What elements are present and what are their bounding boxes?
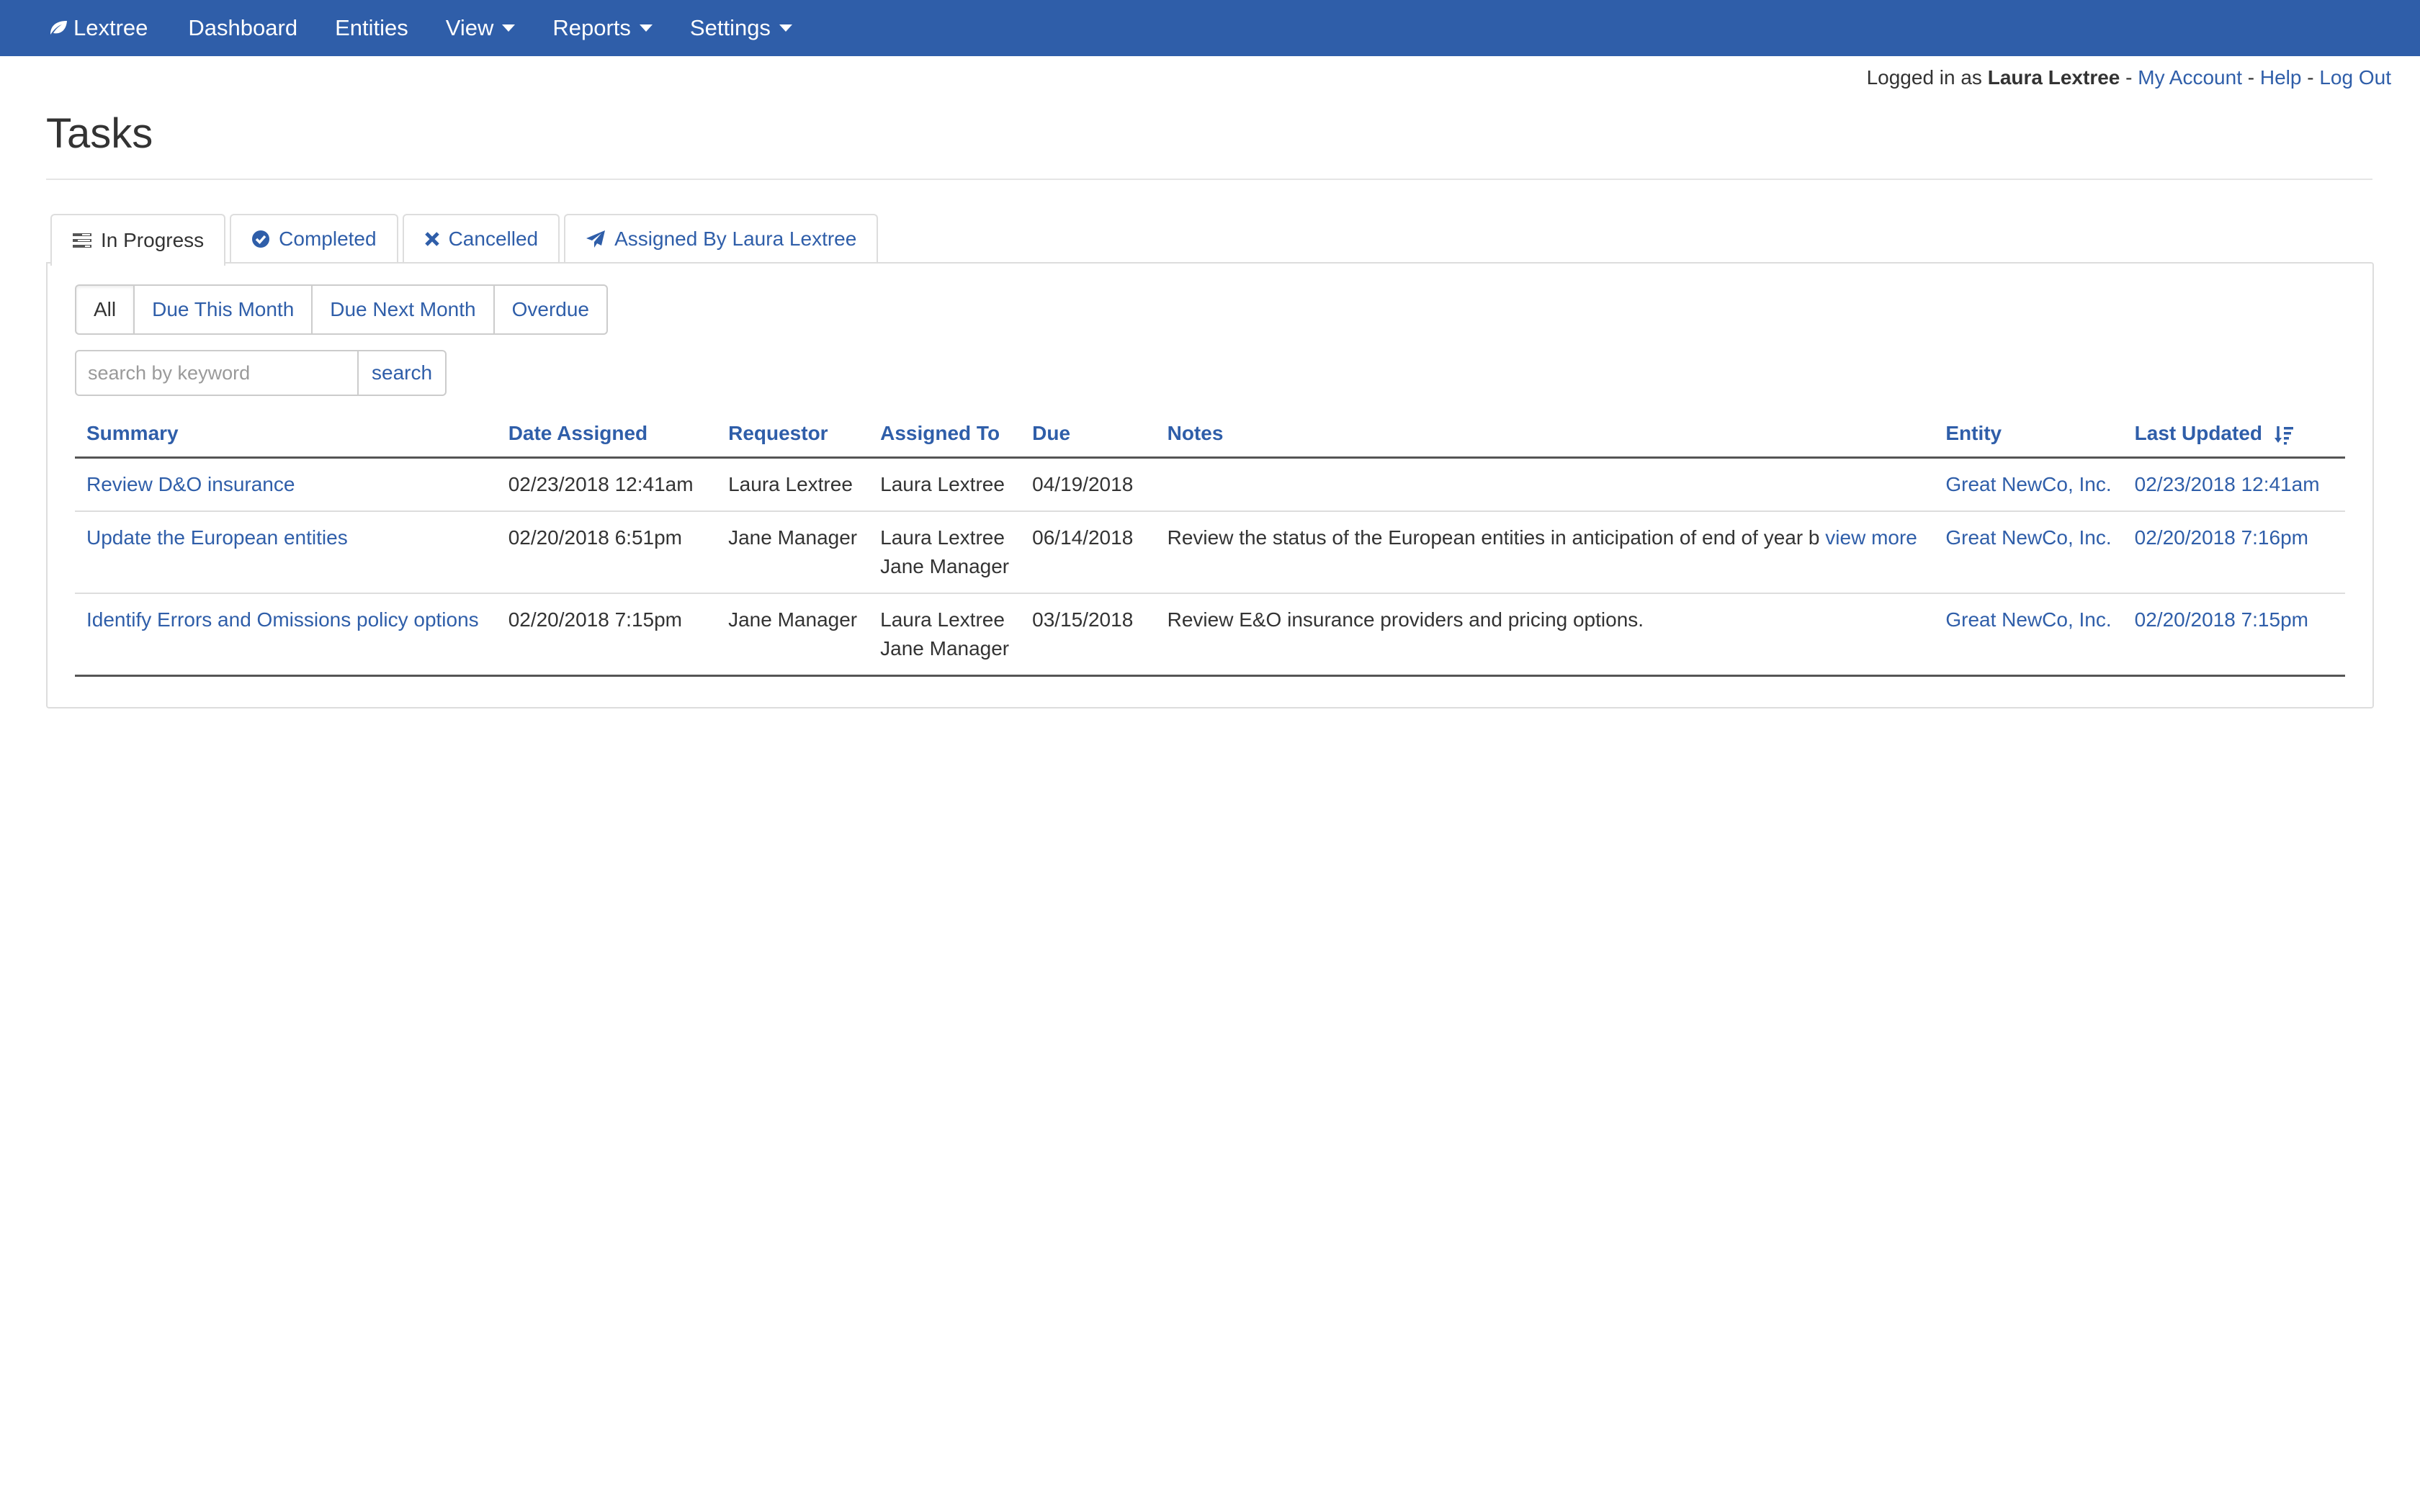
help-link[interactable]: Help	[2260, 66, 2302, 89]
sort-descending-icon	[2274, 426, 2293, 445]
col-requestor[interactable]: Requestor	[717, 410, 869, 459]
search-button[interactable]: search	[359, 350, 447, 396]
logout-link[interactable]: Log Out	[2319, 66, 2391, 89]
nav-view-label: View	[445, 15, 494, 40]
assignee-name: Jane Manager	[880, 637, 1010, 660]
tab-assigned-by-me[interactable]: Assigned By Laura Lextree	[564, 214, 879, 263]
requestor-cell: Jane Manager	[717, 593, 869, 677]
table-row: Review D&O insurance 02/23/2018 12:41am …	[75, 457, 2345, 512]
task-summary-link[interactable]: Identify Errors and Omissions policy opt…	[86, 608, 479, 631]
requestor-cell: Laura Lextree	[717, 457, 869, 512]
date-assigned-cell: 02/20/2018 7:15pm	[496, 593, 717, 677]
col-assigned-to[interactable]: Assigned To	[869, 410, 1021, 459]
tab-cancelled[interactable]: Cancelled	[402, 214, 560, 263]
col-last-updated-label: Last Updated	[2134, 422, 2263, 444]
tasks-table: Summary Date Assigned Requestor Assigned…	[75, 410, 2345, 677]
col-last-updated[interactable]: Last Updated	[2123, 410, 2345, 459]
assignee-name: Laura Lextree	[880, 608, 1005, 631]
due-cell: 03/15/2018	[1021, 593, 1156, 677]
logged-in-prefix: Logged in as	[1866, 66, 1982, 89]
due-cell: 06/14/2018	[1021, 511, 1156, 594]
tab-in-progress[interactable]: In Progress	[50, 214, 226, 266]
col-notes[interactable]: Notes	[1155, 410, 1935, 459]
filter-overdue-button[interactable]: Overdue	[493, 284, 608, 335]
last-updated-link[interactable]: 02/20/2018 7:15pm	[2135, 608, 2308, 631]
tab-completed[interactable]: Completed	[230, 214, 398, 263]
leaf-icon	[50, 21, 67, 35]
notes-cell: Review the status of the European entiti…	[1155, 511, 1935, 594]
due-cell: 04/19/2018	[1021, 457, 1156, 512]
brand-link[interactable]: Lextree	[48, 15, 148, 41]
task-summary-link[interactable]: Review D&O insurance	[86, 473, 295, 495]
nav-reports-label: Reports	[552, 15, 631, 40]
assignee-name: Laura Lextree	[880, 473, 1005, 495]
entity-link[interactable]: Great NewCo, Inc.	[1945, 473, 2111, 495]
notes-text: Review E&O insurance providers and prici…	[1167, 608, 1644, 631]
filter-due-next-month-button[interactable]: Due Next Month	[311, 284, 495, 335]
assigned-to-cell: Laura Lextree Jane Manager	[869, 511, 1021, 594]
table-header-row: Summary Date Assigned Requestor Assigned…	[75, 410, 2345, 459]
view-more-link[interactable]: view more	[1825, 526, 1917, 549]
separator: -	[2307, 66, 2314, 89]
nav-dashboard[interactable]: Dashboard	[188, 15, 297, 41]
tab-assigned-by-me-label: Assigned By Laura Lextree	[614, 228, 857, 250]
last-updated-link[interactable]: 02/23/2018 12:41am	[2135, 473, 2320, 495]
nav-settings-label: Settings	[689, 15, 771, 40]
col-due[interactable]: Due	[1021, 410, 1156, 459]
assignee-name: Jane Manager	[880, 555, 1010, 577]
caret-down-icon	[502, 24, 516, 32]
tab-completed-label: Completed	[279, 228, 377, 250]
caret-down-icon	[779, 24, 792, 32]
page-title: Tasks	[46, 110, 153, 157]
search-input[interactable]	[75, 350, 359, 396]
separator: -	[2247, 66, 2255, 89]
top-navbar: Lextree Dashboard Entities View Reports …	[0, 0, 2420, 56]
assigned-to-cell: Laura Lextree	[869, 457, 1021, 512]
last-updated-link[interactable]: 02/20/2018 7:16pm	[2135, 526, 2308, 549]
caret-down-icon	[639, 24, 653, 32]
nav-view-dropdown[interactable]: View	[446, 15, 516, 41]
nav-dashboard-label: Dashboard	[188, 15, 298, 40]
entity-link[interactable]: Great NewCo, Inc.	[1945, 608, 2111, 631]
search-form: search	[75, 350, 447, 396]
tasks-icon	[73, 233, 91, 248]
requestor-cell: Jane Manager	[717, 511, 869, 594]
filter-due-this-month-button[interactable]: Due This Month	[133, 284, 313, 335]
nav-entities-label: Entities	[335, 15, 408, 40]
filter-all-button[interactable]: All	[75, 284, 135, 335]
tab-in-progress-label: In Progress	[101, 229, 205, 251]
assignee-name: Laura Lextree	[880, 526, 1005, 549]
notes-text: Review the status of the European entiti…	[1167, 526, 1820, 549]
due-filter-group: All Due This Month Due Next Month Overdu…	[75, 284, 608, 335]
date-assigned-cell: 02/23/2018 12:41am	[496, 457, 717, 512]
current-user-name: Laura Lextree	[1987, 66, 2120, 89]
col-date-assigned[interactable]: Date Assigned	[496, 410, 717, 459]
send-icon	[586, 230, 606, 248]
separator: -	[2125, 66, 2133, 89]
close-icon	[424, 232, 439, 246]
tab-cancelled-label: Cancelled	[448, 228, 539, 250]
nav-settings-dropdown[interactable]: Settings	[690, 15, 792, 41]
entity-link[interactable]: Great NewCo, Inc.	[1945, 526, 2111, 549]
date-assigned-cell: 02/20/2018 6:51pm	[496, 511, 717, 594]
my-account-link[interactable]: My Account	[2138, 66, 2242, 89]
table-row: Identify Errors and Omissions policy opt…	[75, 593, 2345, 677]
title-divider	[46, 179, 2372, 180]
user-status-bar: Logged in as Laura Lextree - My Account …	[1867, 66, 2391, 89]
notes-cell: Review E&O insurance providers and prici…	[1155, 593, 1935, 677]
check-circle-icon	[252, 230, 270, 248]
task-summary-link[interactable]: Update the European entities	[86, 526, 348, 549]
col-entity[interactable]: Entity	[1934, 410, 2123, 459]
nav-entities[interactable]: Entities	[335, 15, 408, 41]
col-summary[interactable]: Summary	[75, 410, 497, 459]
assigned-to-cell: Laura Lextree Jane Manager	[869, 593, 1021, 677]
brand-label: Lextree	[73, 15, 148, 40]
nav-reports-dropdown[interactable]: Reports	[552, 15, 653, 41]
task-status-tabs: In Progress Completed Cancelled Assigned…	[50, 214, 882, 266]
notes-cell	[1155, 457, 1935, 512]
table-row: Update the European entities 02/20/2018 …	[75, 511, 2345, 594]
